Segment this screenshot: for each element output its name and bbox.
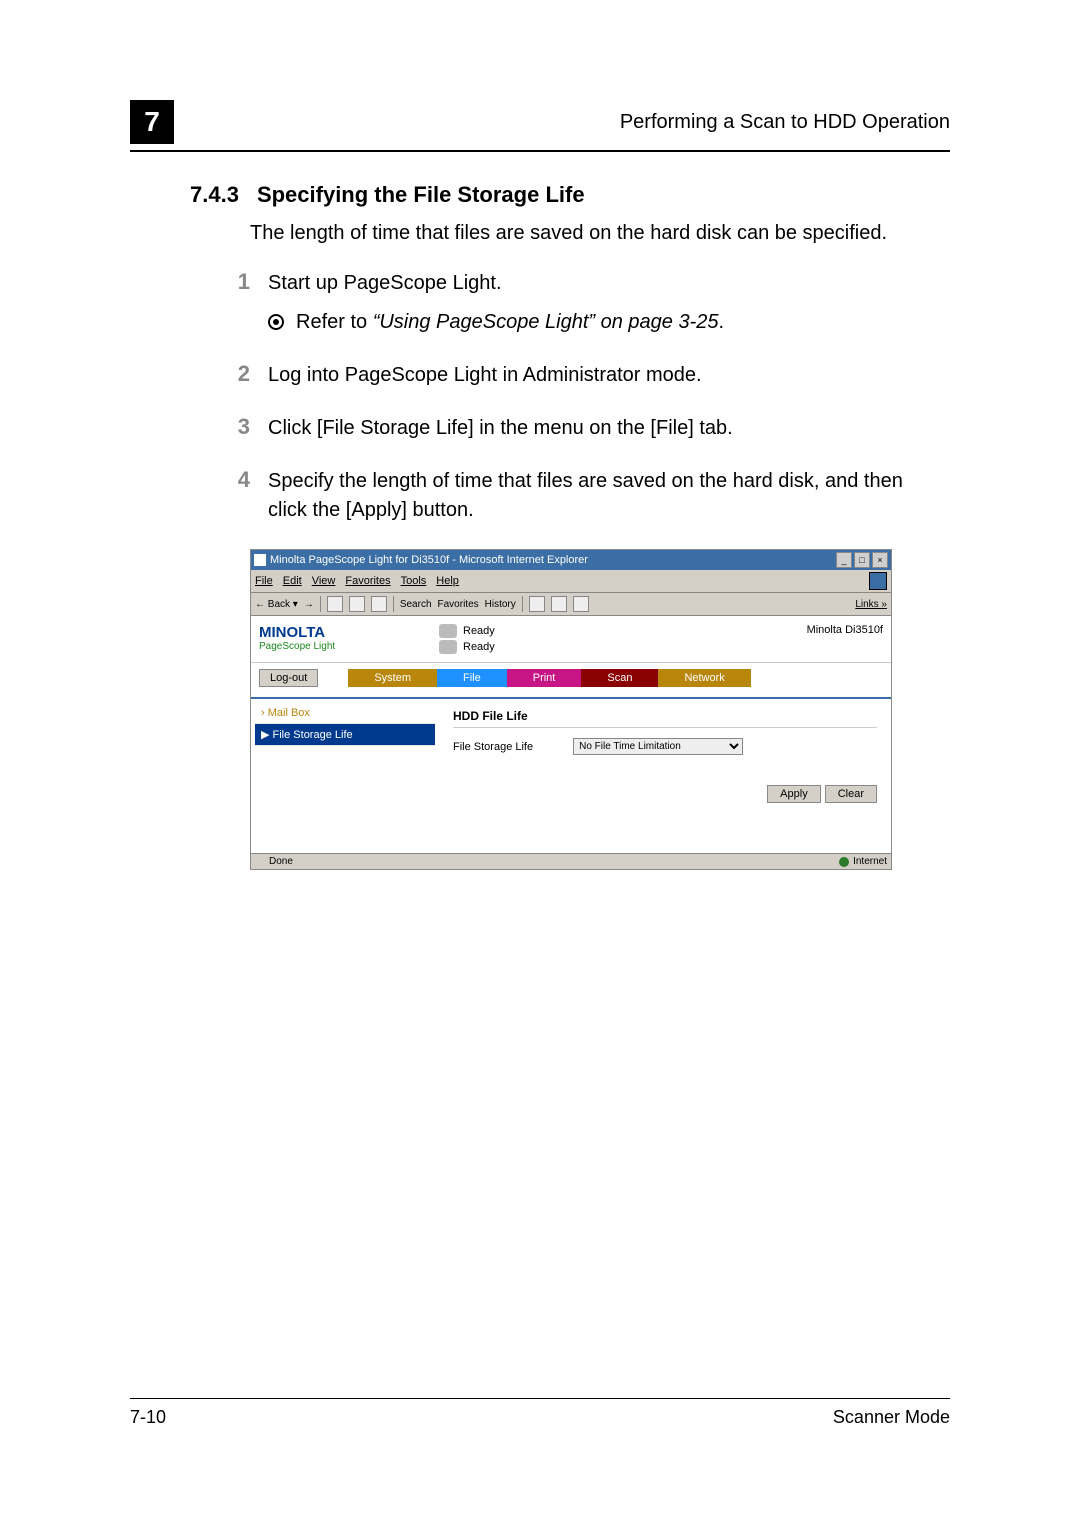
brand-name: MINOLTA (259, 624, 325, 641)
bullet-icon (268, 314, 284, 330)
psl-header: MINOLTA PageScope Light Ready Ready Mino… (251, 616, 891, 663)
step-number: 2 (224, 361, 250, 390)
ie-titlebar: Minolta PageScope Light for Di3510f - Mi… (251, 550, 891, 570)
clear-button[interactable]: Clear (825, 785, 877, 803)
page-header: 7 Performing a Scan to HDD Operation (130, 100, 950, 152)
apply-button[interactable]: Apply (767, 785, 821, 803)
tab-print[interactable]: Print (507, 669, 582, 687)
embedded-screenshot: Minolta PageScope Light for Di3510f - Mi… (250, 549, 892, 870)
ie-menubar: File Edit View Favorites Tools Help (251, 570, 891, 593)
links-label[interactable]: Links » (855, 599, 887, 610)
home-icon[interactable] (371, 596, 387, 612)
step-number: 3 (224, 414, 250, 443)
tab-network[interactable]: Network (658, 669, 750, 687)
side-menu: › Mail Box ▶ File Storage Life (251, 699, 439, 853)
minimize-button[interactable]: _ (836, 552, 852, 568)
page-footer: 7-10 Scanner Mode (130, 1398, 950, 1428)
close-button[interactable]: × (872, 552, 888, 568)
menu-help[interactable]: Help (436, 575, 459, 587)
ie-logo-icon (869, 572, 887, 590)
steps-list: 1 Start up PageScope Light. Refer to “Us… (130, 269, 950, 525)
sidebar-item-file-storage-life[interactable]: ▶ File Storage Life (255, 724, 435, 746)
footer-mode: Scanner Mode (833, 1407, 950, 1428)
favorites-button[interactable]: Favorites (438, 599, 479, 610)
window-title: Minolta PageScope Light for Di3510f - Mi… (270, 554, 836, 566)
sub-prefix: Refer to (296, 311, 373, 333)
menu-file[interactable]: File (255, 575, 273, 587)
running-title: Performing a Scan to HDD Operation (620, 111, 950, 134)
step-number: 1 (224, 269, 250, 337)
logout-button[interactable]: Log-out (259, 669, 318, 687)
history-button[interactable]: History (485, 599, 516, 610)
section-intro: The length of time that files are saved … (250, 222, 950, 245)
printer-icon (439, 624, 457, 638)
step-3: 3 Click [File Storage Life] in the menu … (130, 414, 950, 443)
step-text: Click [File Storage Life] in the menu on… (268, 417, 733, 439)
tab-file[interactable]: File (437, 669, 507, 687)
page-number: 7-10 (130, 1407, 166, 1428)
status-text: Ready (463, 641, 495, 653)
menu-tools[interactable]: Tools (401, 575, 427, 587)
step-text: Specify the length of time that files ar… (268, 470, 903, 521)
search-button[interactable]: Search (400, 599, 432, 610)
step-number: 4 (224, 467, 250, 525)
mail-icon[interactable] (529, 596, 545, 612)
tab-scan[interactable]: Scan (581, 669, 658, 687)
separator (393, 596, 394, 612)
menu-edit[interactable]: Edit (283, 575, 302, 587)
back-button[interactable]: ← Back ▾ (255, 599, 298, 610)
step-2: 2 Log into PageScope Light in Administra… (130, 361, 950, 390)
chapter-number: 7 (130, 100, 174, 144)
sidebar-item-mailbox[interactable]: › Mail Box (255, 703, 435, 724)
sub-ref: “Using PageScope Light” on page 3-25 (373, 311, 719, 333)
menu-view[interactable]: View (312, 575, 336, 587)
printer-status: Ready Ready (439, 624, 495, 654)
main-panel: HDD File Life File Storage Life No File … (439, 699, 891, 853)
section-number: 7.4.3 (190, 182, 239, 208)
print-icon[interactable] (551, 596, 567, 612)
separator (522, 596, 523, 612)
tab-bar: System File Print Scan Network (348, 669, 750, 687)
ie-icon (254, 554, 266, 566)
step-sub: Refer to “Using PageScope Light” on page… (268, 308, 920, 337)
globe-icon (839, 857, 849, 867)
menu-favorites[interactable]: Favorites (345, 575, 390, 587)
scanner-icon (439, 640, 457, 654)
step-4: 4 Specify the length of time that files … (130, 467, 950, 525)
model-label: Minolta Di3510f (807, 624, 883, 636)
step-text: Start up PageScope Light. (268, 272, 502, 294)
panel-heading: HDD File Life (453, 709, 877, 728)
stop-icon[interactable] (327, 596, 343, 612)
sub-suffix: . (719, 311, 725, 333)
tab-system[interactable]: System (348, 669, 437, 687)
zone-label: Internet (853, 856, 887, 867)
status-text: Ready (463, 625, 495, 637)
brand-logo: MINOLTA PageScope Light (259, 624, 419, 652)
refresh-icon[interactable] (349, 596, 365, 612)
section-heading: 7.4.3 Specifying the File Storage Life (190, 182, 950, 208)
status-done: Done (255, 856, 293, 867)
step-1: 1 Start up PageScope Light. Refer to “Us… (130, 269, 950, 337)
step-text: Log into PageScope Light in Administrato… (268, 364, 702, 386)
field-label: File Storage Life (453, 741, 533, 753)
maximize-button[interactable]: □ (854, 552, 870, 568)
ie-statusbar: Done Internet (251, 853, 891, 869)
edit-icon[interactable] (573, 596, 589, 612)
section-title: Specifying the File Storage Life (257, 182, 585, 208)
separator (320, 596, 321, 612)
forward-button[interactable]: → (304, 599, 314, 610)
ie-toolbar: ← Back ▾ → Search Favorites History Link… (251, 593, 891, 616)
file-storage-life-select[interactable]: No File Time Limitation (573, 738, 743, 755)
brand-sub: PageScope Light (259, 641, 419, 652)
